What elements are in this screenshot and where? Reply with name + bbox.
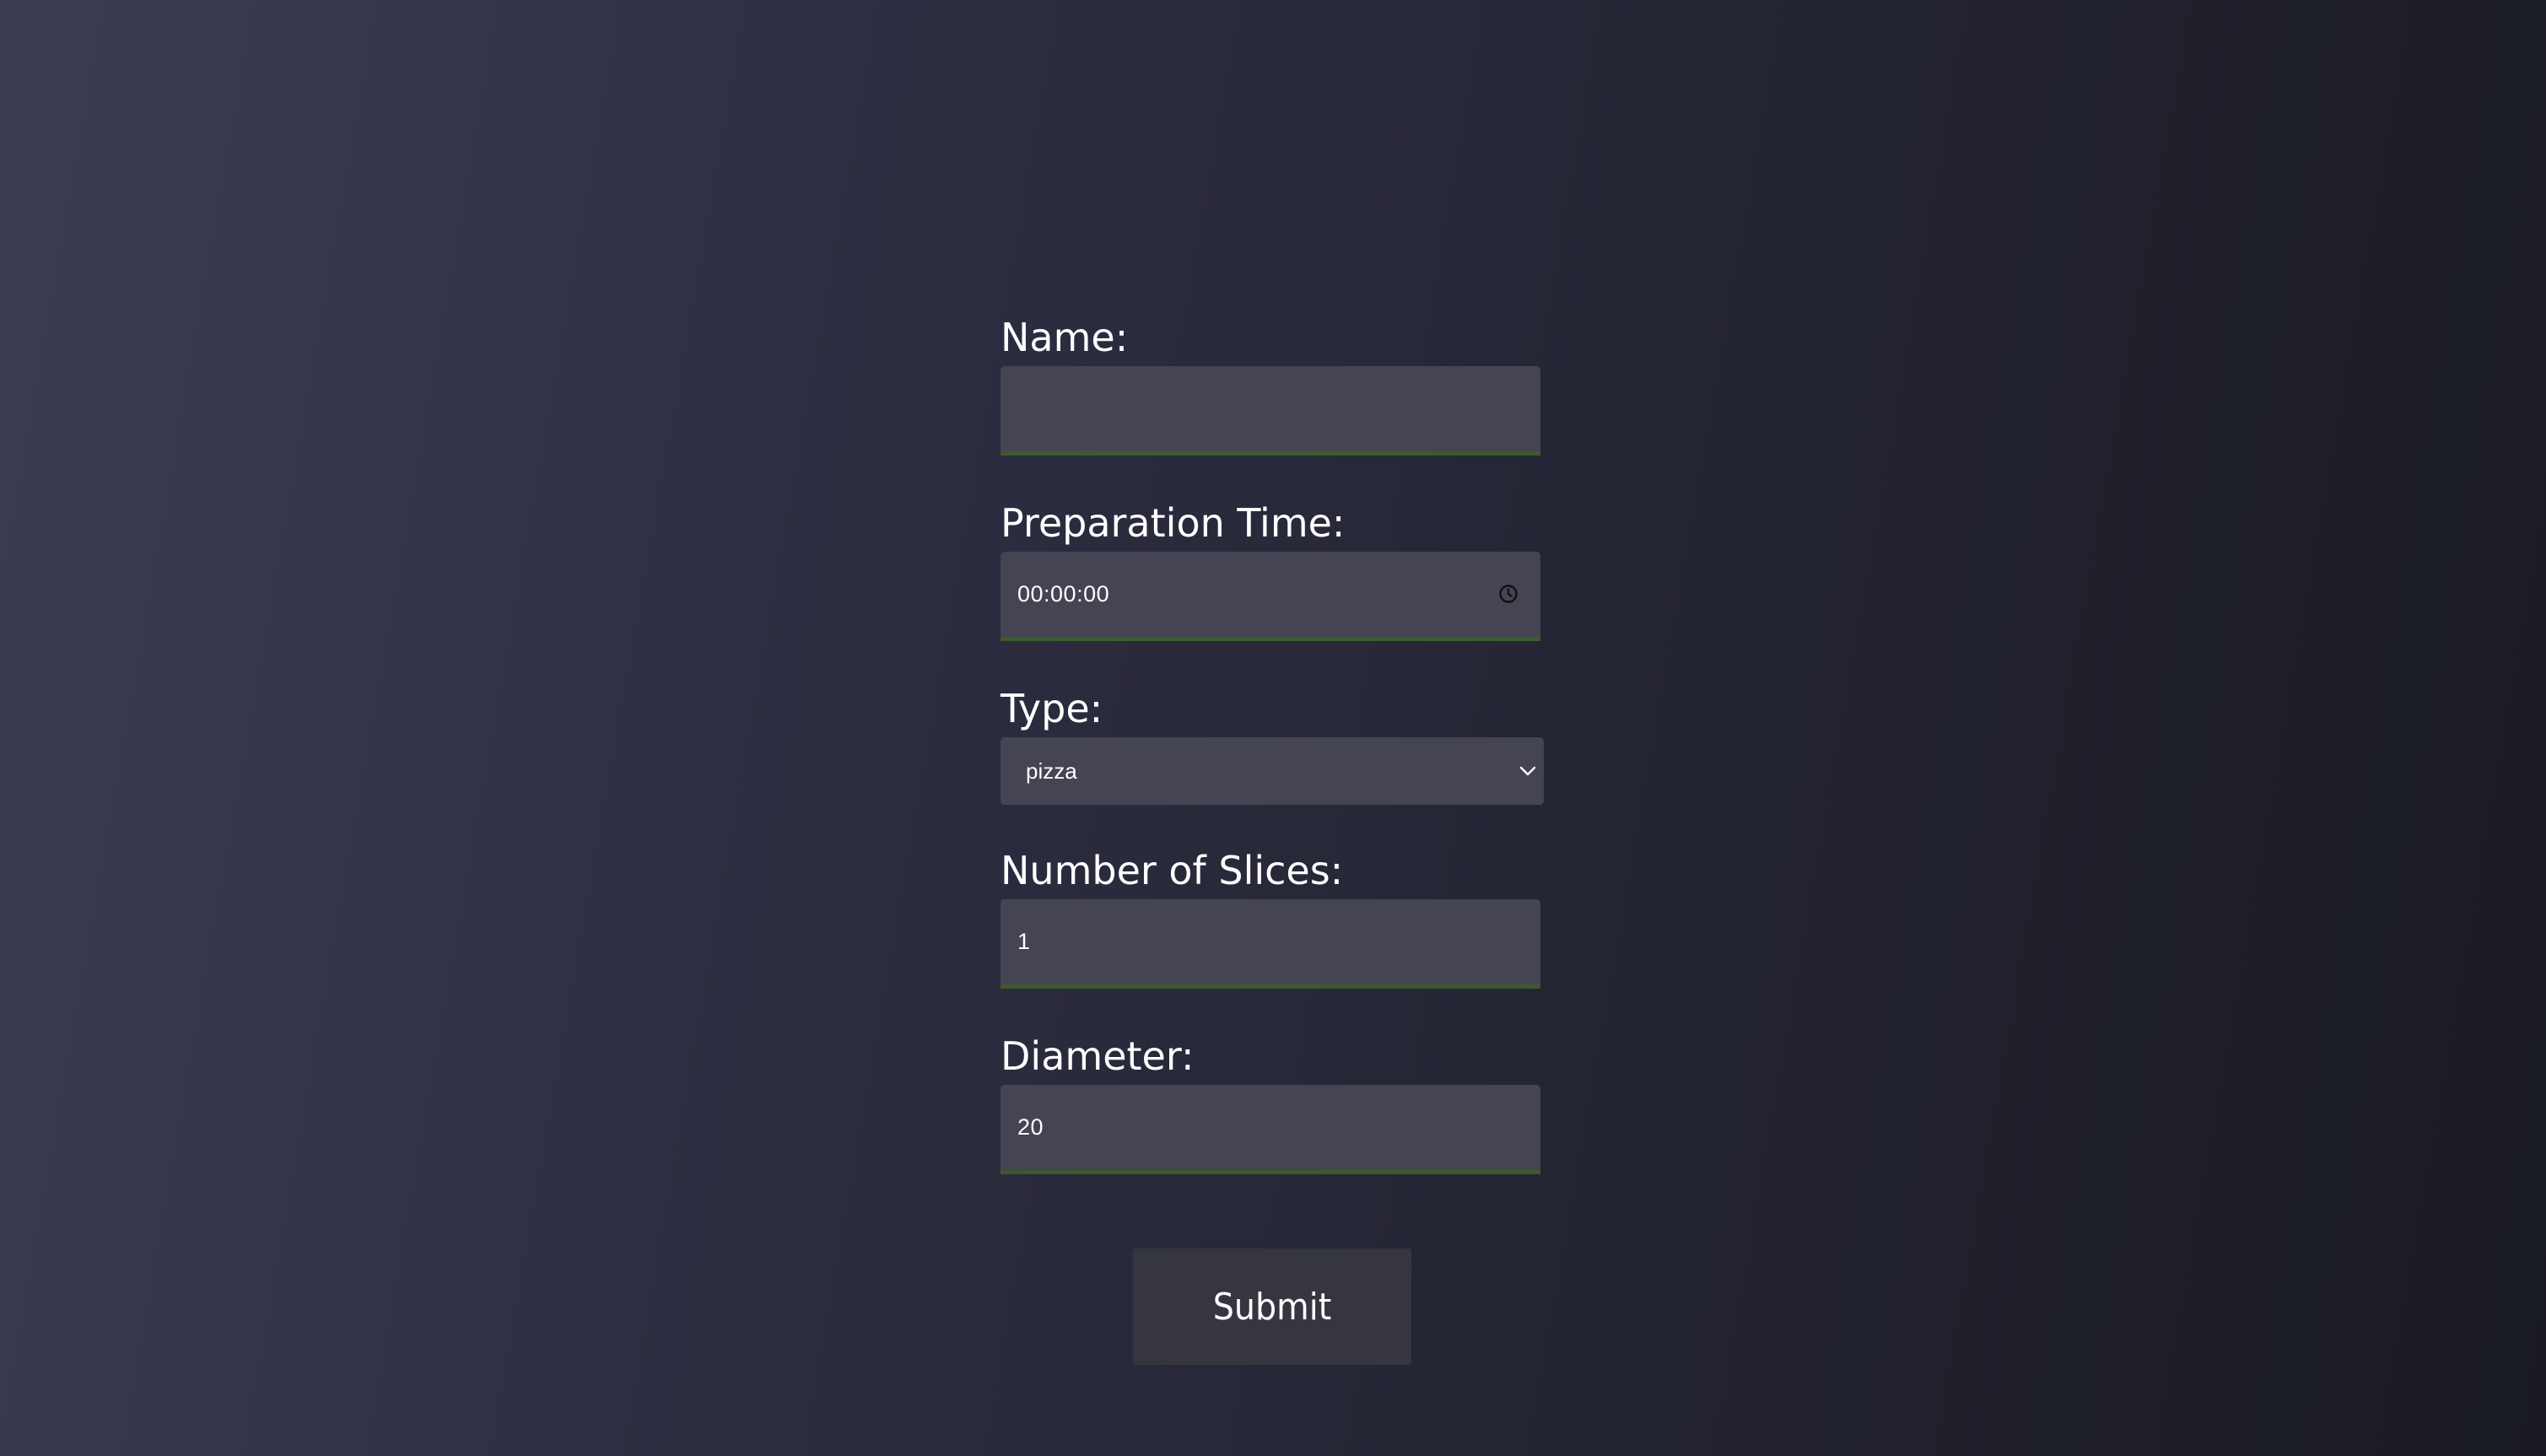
name-label: Name:	[1001, 315, 1129, 360]
preparation-time-label: Preparation Time:	[1001, 500, 1346, 546]
number-of-slices-input[interactable]: 1	[1001, 899, 1540, 989]
type-select[interactable]: pizza	[1001, 737, 1544, 805]
number-of-slices-label: Number of Slices:	[1001, 848, 1344, 893]
submit-button[interactable]: Submit	[1133, 1248, 1411, 1365]
submit-button-label: Submit	[1212, 1285, 1332, 1329]
dish-form: Name: Preparation Time: 00:00:00 Type: p…	[1001, 314, 1544, 1174]
preparation-time-value: 00:00:00	[1017, 581, 1110, 607]
clock-icon[interactable]	[1498, 584, 1518, 604]
diameter-label: Diameter:	[1001, 1033, 1195, 1079]
diameter-value: 20	[1017, 1114, 1044, 1140]
preparation-time-input[interactable]: 00:00:00	[1001, 552, 1540, 641]
chevron-down-icon	[1519, 766, 1536, 776]
diameter-input[interactable]: 20	[1001, 1085, 1540, 1174]
type-label: Type:	[1001, 686, 1103, 731]
type-selected-value: pizza	[1026, 758, 1077, 784]
name-input[interactable]	[1001, 366, 1540, 456]
number-of-slices-value: 1	[1017, 929, 1031, 954]
